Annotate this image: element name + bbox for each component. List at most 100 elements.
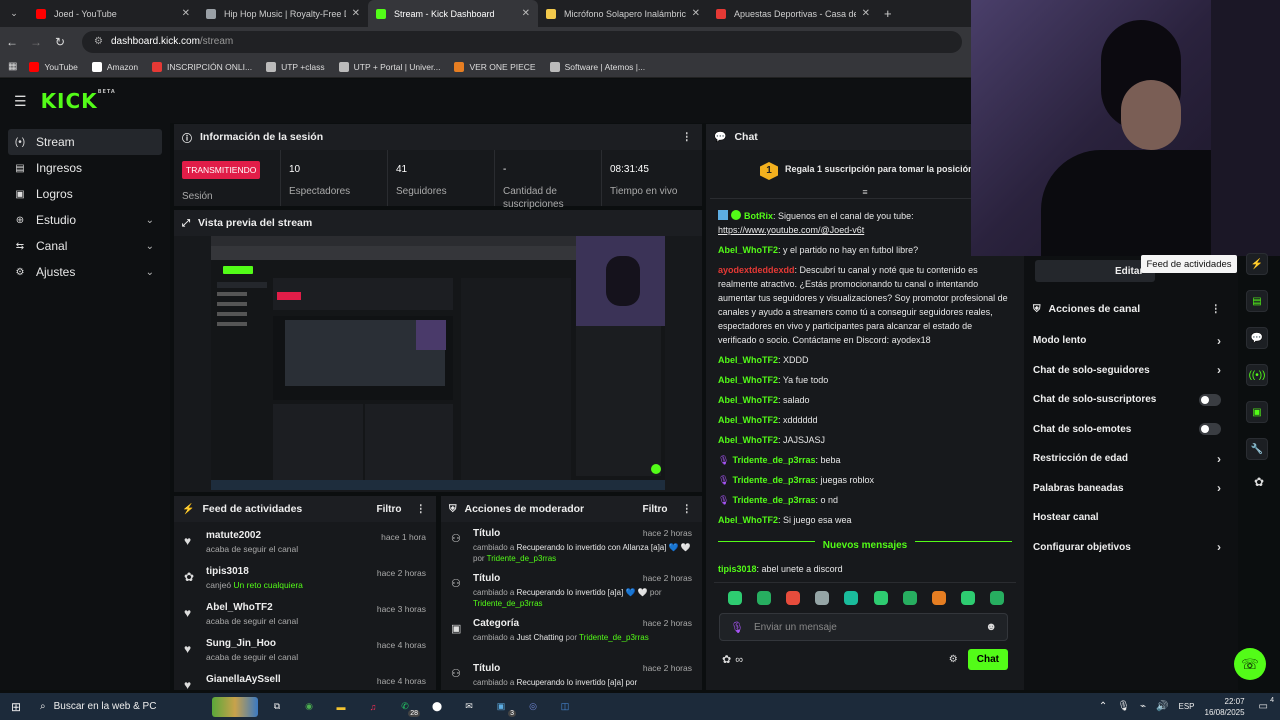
sidebar-item-ajustes[interactable]: ⚙ Ajustes ⌄ xyxy=(8,259,162,285)
channel-action-item[interactable]: Chat de solo-suscriptores xyxy=(1025,385,1231,415)
points-quick-icon[interactable]: ✿ xyxy=(1246,475,1272,489)
moderator-action-item[interactable]: ⚇ Título cambiado a Recuperando lo inver… xyxy=(441,567,702,612)
broadcast-quick-icon[interactable]: ((•)) xyxy=(1246,364,1268,386)
moderator-action-item[interactable]: ⚇ Título cambiado a Recuperando lo inver… xyxy=(441,657,702,690)
file-explorer-icon[interactable]: ▬ xyxy=(328,697,354,717)
browser-tab[interactable]: Joed - YouTube ✕ xyxy=(28,0,198,27)
chat-username[interactable]: ayodextdeddexdd xyxy=(718,265,795,275)
chat-quick-icon[interactable]: 💬 xyxy=(1246,327,1268,349)
forward-icon[interactable]: → xyxy=(24,35,48,49)
edit-button[interactable]: Editar xyxy=(1035,260,1155,282)
network-icon[interactable]: ⌁ xyxy=(1140,701,1146,712)
close-tab-icon[interactable]: ✕ xyxy=(692,8,700,19)
app-icon[interactable]: ▣ 3 xyxy=(488,697,516,717)
feed-menu-icon[interactable]: ⋮ xyxy=(416,503,427,515)
notifications-icon[interactable]: ▭ 4 xyxy=(1259,697,1274,712)
chat-username[interactable]: BotRix xyxy=(744,211,773,221)
help-chat-button[interactable]: ☏ xyxy=(1234,648,1266,680)
new-messages-divider[interactable]: Nuevos mensajes xyxy=(718,540,1012,560)
bookmark-item[interactable]: Amazon xyxy=(91,61,138,72)
bookmark-item[interactable]: INSCRIPCIÓN ONLI... xyxy=(152,61,252,72)
discord-icon[interactable]: ◎ xyxy=(520,697,546,717)
emote-icon[interactable] xyxy=(990,591,1005,605)
task-view-icon[interactable]: ⧉ xyxy=(264,697,290,717)
reload-icon[interactable]: ↻ xyxy=(48,35,72,49)
tools-quick-icon[interactable]: 🔧 xyxy=(1246,438,1268,460)
emote-icon[interactable] xyxy=(873,591,888,605)
close-tab-icon[interactable]: ✕ xyxy=(182,8,190,19)
browser-tab[interactable]: Hip Hop Music | Royalty-Free D ✕ xyxy=(198,0,368,27)
channel-action-item[interactable]: Configurar objetivos › xyxy=(1025,533,1231,563)
chrome-icon[interactable]: ◉ xyxy=(296,697,322,717)
chevron-down-icon[interactable]: ⌄ xyxy=(146,215,154,226)
feed-filter-button[interactable]: Filtro xyxy=(377,504,402,515)
emote-icon[interactable] xyxy=(785,591,800,605)
infinity-icon[interactable]: ∞ xyxy=(735,654,949,666)
url-field[interactable]: ⚙ dashboard.kick.com/stream xyxy=(82,30,962,53)
close-tab-icon[interactable]: ✕ xyxy=(522,8,530,19)
chevron-down-icon[interactable]: ⌄ xyxy=(146,267,154,278)
chevron-right-icon[interactable]: › xyxy=(1217,334,1221,348)
sidebar-item-stream[interactable]: (•) Stream xyxy=(8,129,162,155)
browser-tab[interactable]: Stream - Kick Dashboard ✕ xyxy=(368,0,538,27)
chat-link[interactable]: https://www.youtube.com/@Joed-v6t xyxy=(718,225,864,235)
chat-username[interactable]: Tridente_de_p3rras xyxy=(732,495,815,505)
channel-action-item[interactable]: Palabras baneadas › xyxy=(1025,474,1231,504)
widgets-icon[interactable] xyxy=(212,696,258,717)
volume-icon[interactable]: 🔊 xyxy=(1156,701,1168,712)
moderator-action-item[interactable]: ⚇ Título cambiado a Recuperando lo inver… xyxy=(441,522,702,567)
chat-settings-icon[interactable]: ⚙ xyxy=(949,654,958,665)
emote-icon[interactable] xyxy=(756,591,771,605)
send-chat-button[interactable]: Chat xyxy=(967,649,1008,670)
feed-item[interactable]: ♥ Abel_WhoTF2 acaba de seguir el canal h… xyxy=(174,598,436,634)
channel-points-icon[interactable]: ✿ xyxy=(722,653,731,666)
browser-tab[interactable]: Micrófono Solapero Inalámbric ✕ xyxy=(538,0,708,27)
chat-username[interactable]: Tridente_de_p3rras xyxy=(732,475,815,485)
feed-item[interactable]: ♥ GianellaAySsell hace 4 horas xyxy=(174,670,436,690)
bookmark-item[interactable]: Software | Atemos |... xyxy=(549,61,645,72)
toggle-switch[interactable] xyxy=(1199,423,1221,436)
emote-icon[interactable] xyxy=(844,591,859,605)
chat-username[interactable]: Abel_WhoTF2 xyxy=(718,515,778,525)
tab-search-icon[interactable]: ⌄ xyxy=(0,8,28,19)
emote-icon[interactable] xyxy=(931,591,946,605)
chat-username[interactable]: Abel_WhoTF2 xyxy=(718,245,778,255)
windows-start-icon[interactable]: ⊞ xyxy=(0,700,32,714)
feed-item[interactable]: ♥ Sung_Jin_Hoo acaba de seguir el canal … xyxy=(174,634,436,670)
new-tab-icon[interactable]: + xyxy=(884,6,892,21)
emote-icon[interactable] xyxy=(815,591,830,605)
chat-username[interactable]: Tridente_de_p3rras xyxy=(732,455,815,465)
channel-action-item[interactable]: Restricción de edad › xyxy=(1025,444,1231,474)
channel-action-item[interactable]: Chat de solo-emotes xyxy=(1025,415,1231,445)
channel-actions-menu-icon[interactable]: ⋮ xyxy=(1211,303,1222,315)
session-menu-icon[interactable]: ⋮ xyxy=(682,131,693,143)
clock[interactable]: 22:07 16/08/2025 xyxy=(1205,696,1245,718)
chat-username[interactable]: Abel_WhoTF2 xyxy=(718,435,778,445)
emote-icon[interactable] xyxy=(961,591,976,605)
feed-item[interactable]: ✿ tipis3018 canjeó Un reto cualquiera ha… xyxy=(174,562,436,598)
layout-quick-icon[interactable]: ▣ xyxy=(1246,401,1268,423)
mod-menu-icon[interactable]: ⋮ xyxy=(682,503,693,515)
mod-filter-button[interactable]: Filtro xyxy=(643,504,668,515)
chevron-right-icon[interactable]: › xyxy=(1217,452,1221,466)
taskbar-search[interactable]: ⌕ Buscar en la web & PC xyxy=(32,693,212,720)
channel-action-item[interactable]: Chat de solo-seguidores › xyxy=(1025,356,1231,386)
chat-username[interactable]: Abel_WhoTF2 xyxy=(718,375,778,385)
back-icon[interactable]: ← xyxy=(0,35,24,49)
kick-logo[interactable]: KICKBETA xyxy=(41,89,116,113)
browser-tab[interactable]: Apuestas Deportivas - Casa de / ✕ xyxy=(708,0,878,27)
channel-action-item[interactable]: Modo lento › xyxy=(1025,326,1231,356)
language-indicator[interactable]: ESP xyxy=(1178,702,1194,711)
chat-input[interactable]: 🎙 Enviar un mensaje ☻ xyxy=(719,613,1008,641)
tray-chevron-icon[interactable]: ⌃ xyxy=(1099,701,1107,712)
chevron-right-icon[interactable]: › xyxy=(1217,481,1221,495)
bookmark-item[interactable]: UTP + Portal | Univer... xyxy=(338,61,440,72)
sidebar-item-ingresos[interactable]: ▤ Ingresos xyxy=(8,155,162,181)
feed-item[interactable]: ♥ matute2002 acaba de seguir el canal ha… xyxy=(174,526,436,562)
apps-grid-icon[interactable]: ▦ xyxy=(8,61,17,72)
music-icon[interactable]: ♫ xyxy=(360,697,386,717)
toggle-switch[interactable] xyxy=(1199,393,1221,406)
close-tab-icon[interactable]: ✕ xyxy=(862,8,870,19)
emoji-icon[interactable]: ☻ xyxy=(985,621,997,633)
chevron-right-icon[interactable]: › xyxy=(1217,363,1221,377)
